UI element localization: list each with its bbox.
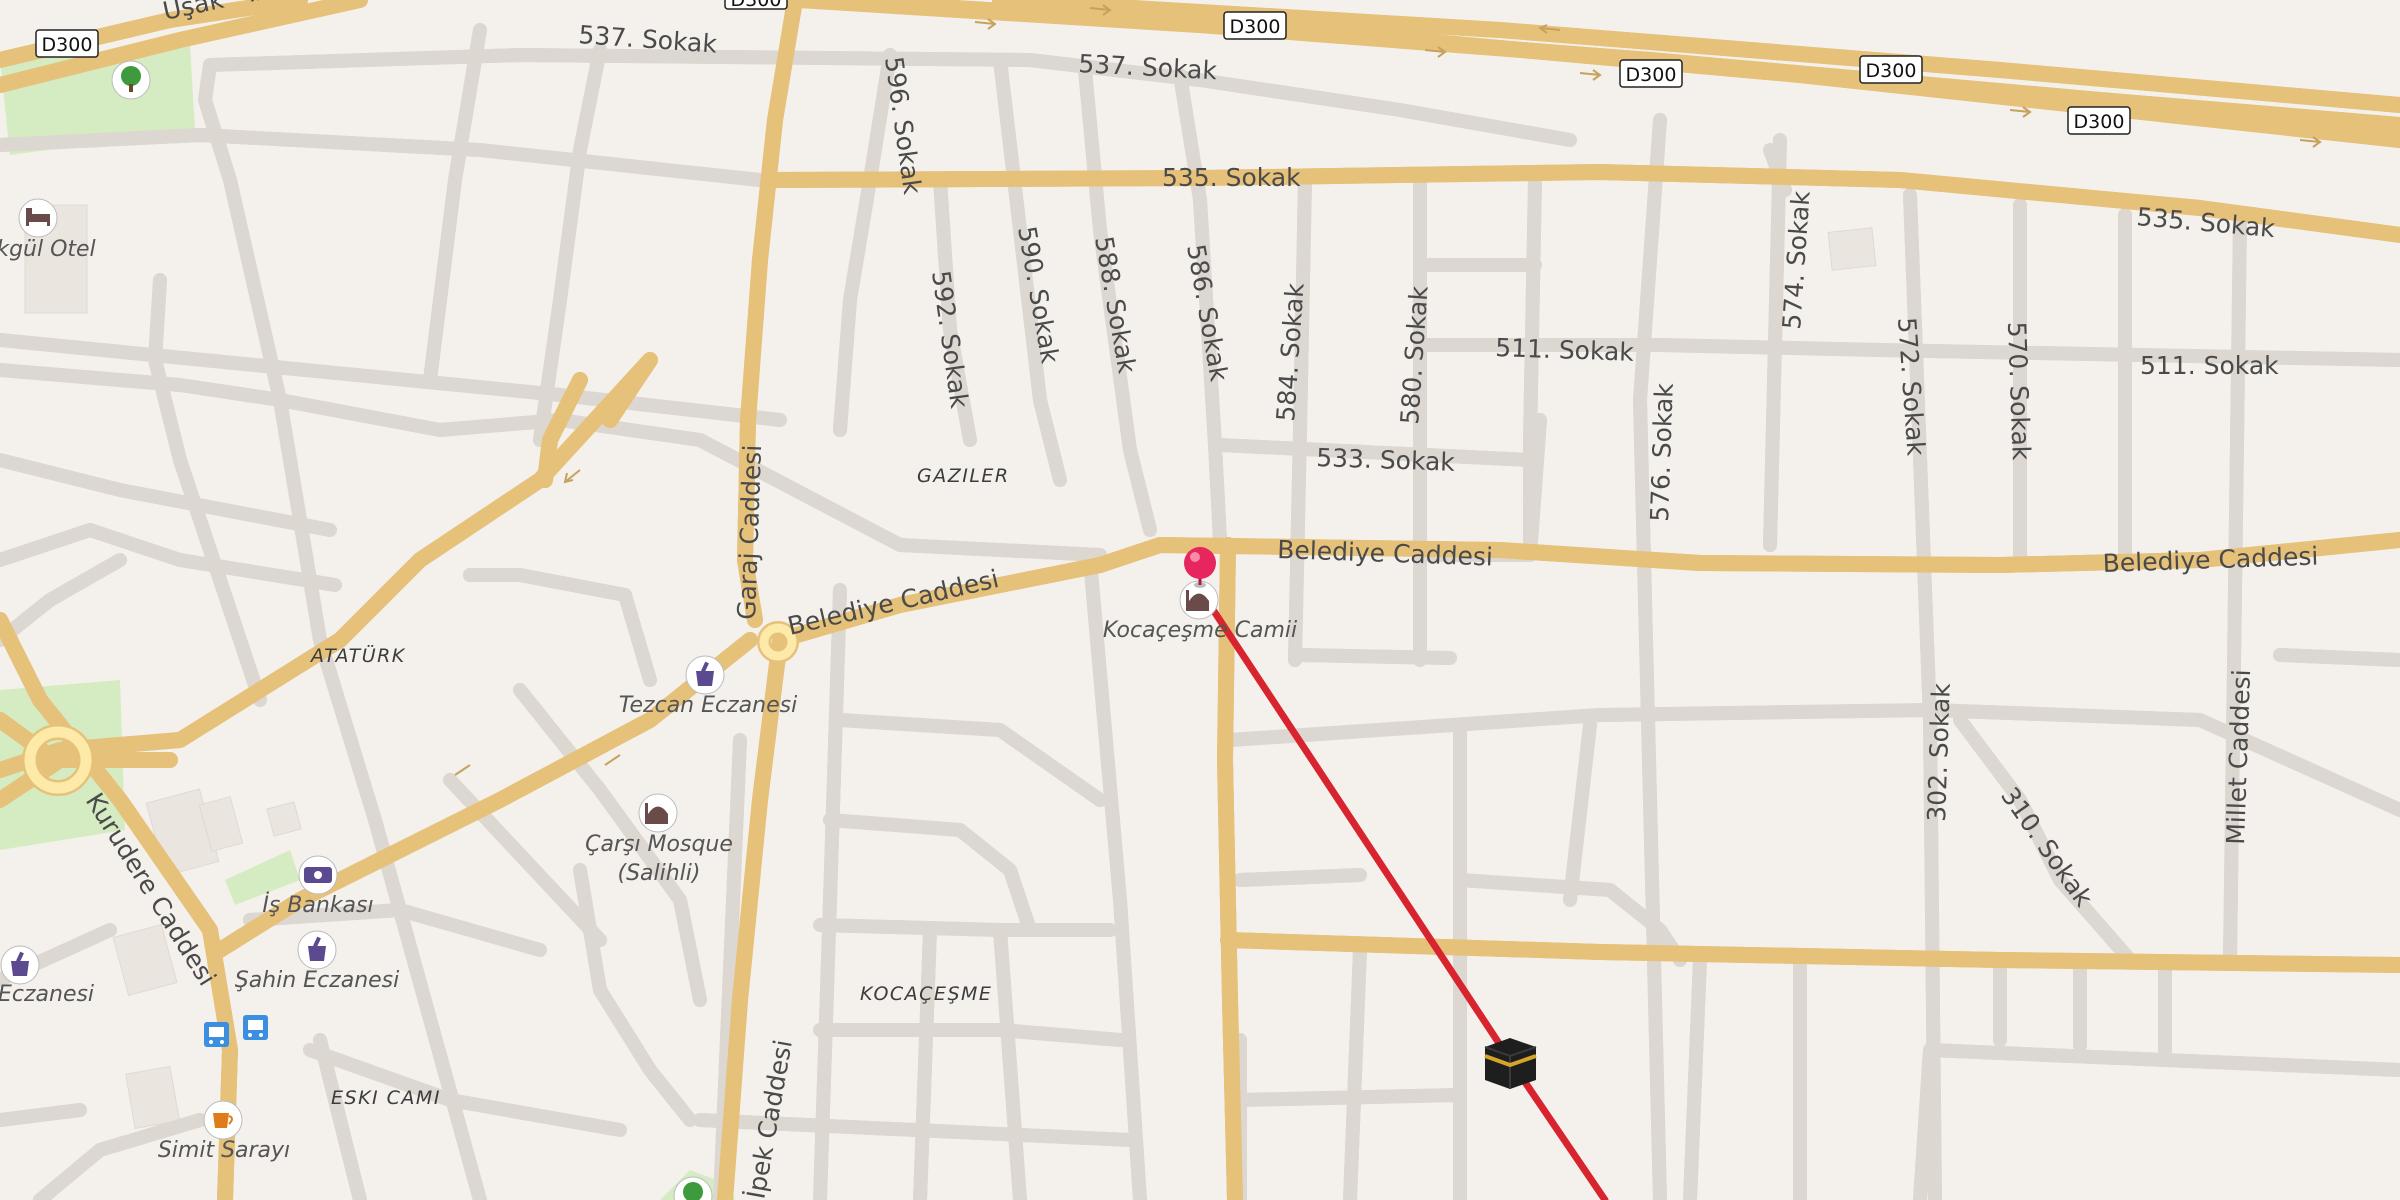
poi-label-is-bankasi: İş Bankası (262, 892, 373, 918)
street-label-belediye-caddesi: Belediye Caddesi (2102, 541, 2319, 578)
road-shield-d300: D300 (1859, 55, 1923, 84)
svg-text:D300: D300 (1230, 16, 1281, 38)
district-kocacesme: KOCAÇEŞME (860, 983, 992, 1005)
road-shield-d300: D300 (724, 0, 788, 11)
street-label-533-sokak: 533. Sokak (1316, 443, 1456, 477)
road-shield-d300: D300 (1223, 11, 1287, 40)
bank-icon[interactable] (298, 855, 338, 895)
building (1827, 227, 1877, 271)
street-label-millet-caddesi: Millet Caddesi (2221, 669, 2256, 845)
street-label-570-sokak: 570. Sokak (2002, 321, 2036, 461)
poi-label-carsi-mosque: Çarşı Mosque (585, 832, 733, 857)
park-tree-icon[interactable] (111, 60, 151, 100)
street-label-590-sokak: 590. Sokak (1012, 224, 1065, 366)
svg-text:D300: D300 (731, 0, 782, 11)
poi-label-carsi-mosque-city: (Salihli) (617, 861, 700, 886)
street-label-586-sokak: 586. Sokak (1181, 242, 1234, 384)
district-eski-cami: ESKI CAMI (331, 1087, 441, 1109)
pharmacy-icon[interactable] (685, 655, 725, 695)
street-label-belediye-caddesi: Belediye Caddesi (1277, 535, 1494, 572)
street-label-511-sokak: 511. Sokak (2140, 351, 2279, 380)
poi-label-tezcan-eczanesi: Tezcan Eczanesi (619, 693, 797, 718)
street-label-belediye-caddesi: Belediye Caddesi (785, 564, 1002, 641)
building (266, 801, 302, 837)
bus-stop-icon[interactable] (204, 1022, 229, 1047)
poi-label-kocacesme-camii: Kocaçeşme Camii (1103, 618, 1297, 643)
street-label-588-sokak: 588. Sokak (1089, 234, 1142, 376)
street-label-garaj-caddesi: Garaj Caddesi (732, 444, 767, 620)
building (125, 1065, 181, 1129)
route-line (1196, 586, 1609, 1200)
cafe-icon[interactable] (203, 1100, 243, 1140)
poi-label-otel: kgül Otel (0, 237, 96, 262)
kaaba-icon[interactable] (1484, 1038, 1537, 1089)
district-ataturk: ATATÜRK (309, 644, 406, 667)
street-label-592-sokak: 592. Sokak (926, 269, 974, 411)
location-pin-icon[interactable] (1184, 547, 1216, 588)
map-canvas[interactable]: D300 D300 D300 D300 D300 D300 Uşak - İzm… (0, 0, 2400, 1200)
pharmacy-icon[interactable] (0, 945, 40, 985)
svg-text:D300: D300 (1626, 64, 1677, 86)
poi-label-eczanesi: Eczanesi (0, 982, 94, 1007)
district-gaziler: GAZILER (917, 465, 1010, 487)
poi-label-simit-sarayi: Simit Sarayı (158, 1138, 290, 1163)
mosque-icon[interactable] (638, 793, 678, 833)
street-label-511-sokak: 511. Sokak (1495, 333, 1635, 367)
svg-text:D300: D300 (2074, 111, 2125, 133)
street-label-537-sokak: 537. Sokak (1078, 49, 1218, 85)
street-label-302-sokak: 302. Sokak (1922, 682, 1956, 822)
svg-text:D300: D300 (1866, 60, 1917, 82)
street-label-535-sokak: 535. Sokak (1162, 163, 1301, 192)
street-label-310-sokak: 310. Sokak (1995, 782, 2099, 913)
hotel-icon[interactable] (18, 198, 58, 238)
street-label-580-sokak: 580. Sokak (1395, 285, 1434, 426)
map-viewport[interactable]: D300 D300 D300 D300 D300 D300 Uşak - İzm… (0, 0, 2400, 1200)
bus-stop-icon[interactable] (243, 1015, 268, 1040)
street-label-576-sokak: 576. Sokak (1645, 382, 1679, 522)
svg-text:D300: D300 (42, 34, 93, 56)
road-shield-d300: D300 (2067, 106, 2131, 135)
road-shield-d300: D300 (35, 29, 99, 58)
street-label-572-sokak: 572. Sokak (1892, 316, 1931, 457)
poi-label-sahin-eczanesi: Şahin Eczanesi (235, 968, 400, 993)
pharmacy-icon[interactable] (297, 930, 337, 970)
road-shield-d300: D300 (1619, 59, 1683, 88)
